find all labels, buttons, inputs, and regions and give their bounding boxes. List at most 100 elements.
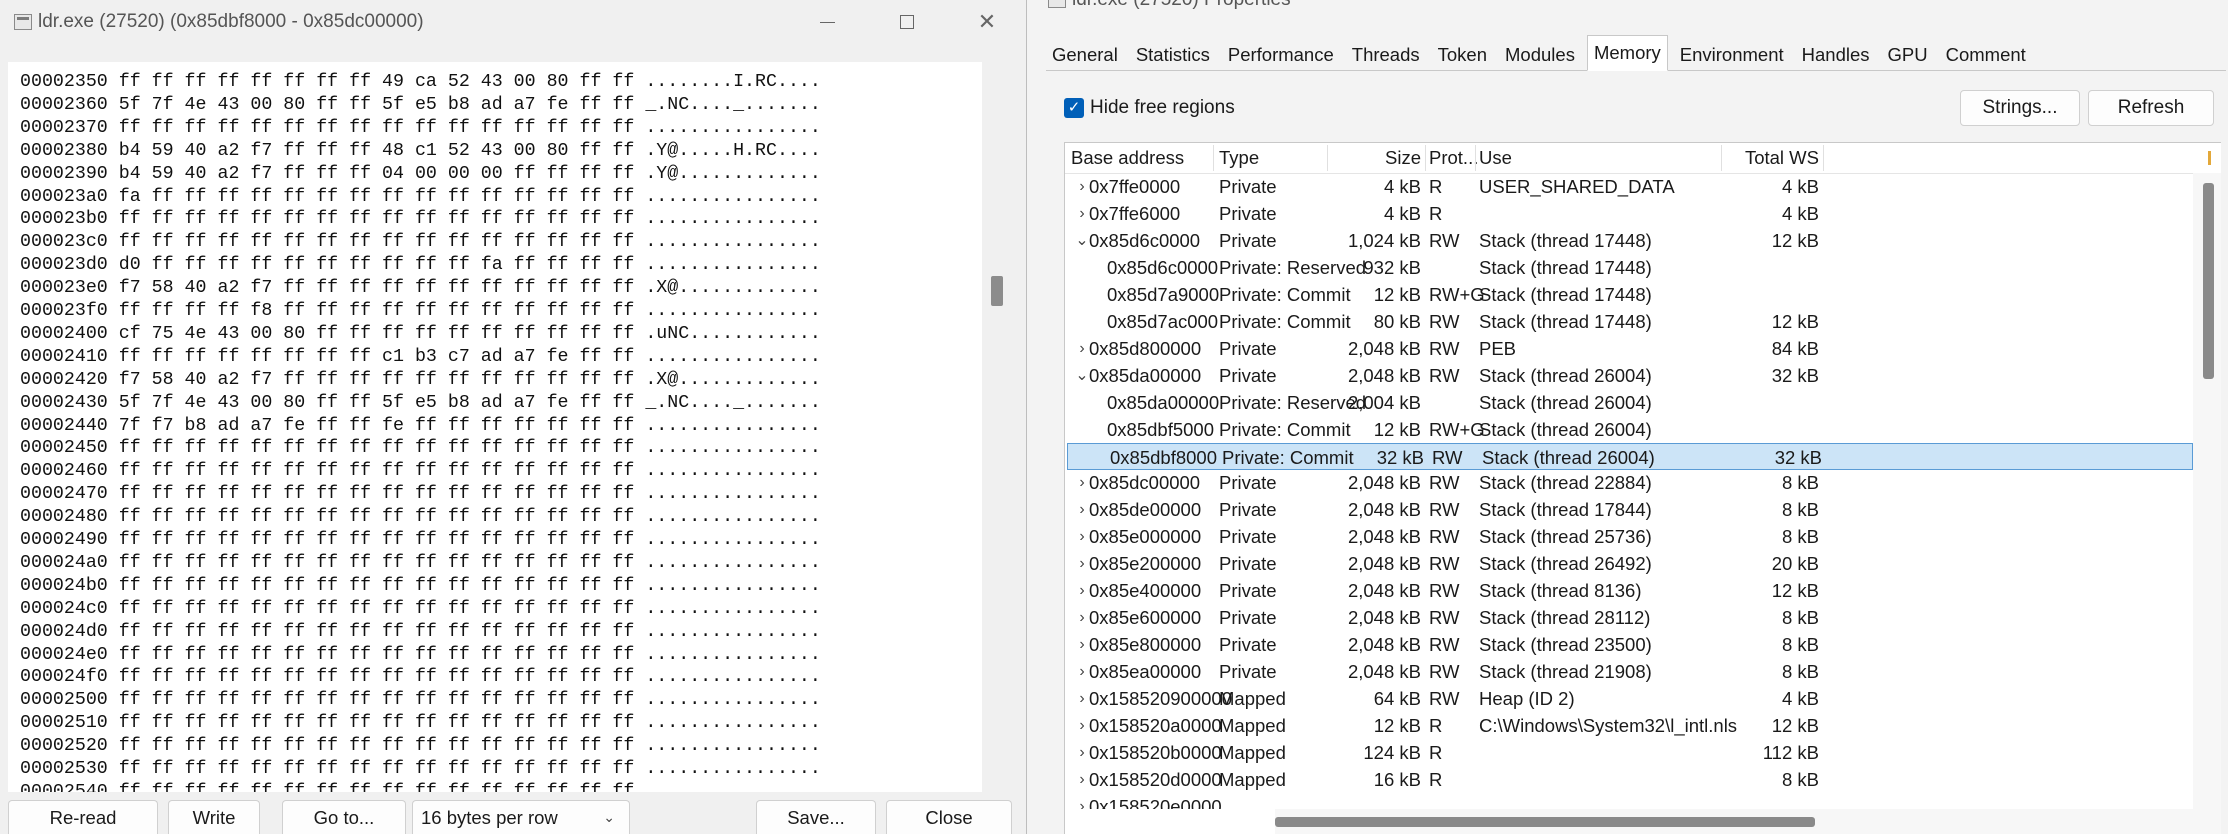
tab-threads[interactable]: Threads: [1346, 40, 1426, 70]
tab-environment[interactable]: Environment: [1674, 40, 1790, 70]
strings-button[interactable]: Strings...: [1960, 90, 2080, 126]
hex-line[interactable]: 000024b0 ff ff ff ff ff ff ff ff ff ff f…: [20, 574, 821, 598]
memory-regions-table[interactable]: Base address Type Size Prot... Use Total…: [1064, 142, 2221, 834]
tab-comment[interactable]: Comment: [1940, 40, 2032, 70]
hex-line[interactable]: 000023c0 ff ff ff ff ff ff ff ff ff ff f…: [20, 230, 821, 254]
tab-gpu[interactable]: GPU: [1882, 40, 1934, 70]
hex-line[interactable]: 00002380 b4 59 40 a2 f7 ff ff ff 48 c1 5…: [20, 139, 821, 163]
hex-line[interactable]: 000024e0 ff ff ff ff ff ff ff ff ff ff f…: [20, 643, 821, 667]
column-size[interactable]: Size: [1329, 143, 1421, 173]
table-row[interactable]: › 0x158520d0000 Mapped 16 kB R 8 kB: [1065, 766, 2191, 793]
hex-line[interactable]: 00002440 7f f7 b8 ad a7 fe ff ff fe ff f…: [20, 414, 821, 438]
hex-line[interactable]: 00002400 cf 75 4e 43 00 80 ff ff ff ff f…: [20, 322, 821, 346]
tab-statistics[interactable]: Statistics: [1130, 40, 1216, 70]
hex-line[interactable]: 00002500 ff ff ff ff ff ff ff ff ff ff f…: [20, 688, 821, 712]
column-protection[interactable]: Prot...: [1429, 143, 1478, 173]
table-row[interactable]: › 0x85e000000 Private 2,048 kB RW Stack (thre…: [1065, 523, 2191, 550]
hex-line[interactable]: 000023b0 ff ff ff ff ff ff ff ff ff ff f…: [20, 207, 821, 231]
cell-use: Heap (ID 2): [1479, 688, 1575, 710]
tab-performance[interactable]: Performance: [1222, 40, 1340, 70]
hex-line[interactable]: 00002360 5f 7f 4e 43 00 80 ff ff 5f e5 b…: [20, 93, 821, 117]
table-row[interactable]: › 0x158520b0000 Mapped 124 kB R 112 kB: [1065, 739, 2191, 766]
cell-protection: RW: [1429, 580, 1460, 602]
table-row[interactable]: 0x85d7a9000 Private: Commit 12 kB RW+G Stack…: [1065, 281, 2191, 308]
hex-line[interactable]: 000023d0 d0 ff ff ff ff ff ff ff ff ff f…: [20, 253, 821, 277]
table-row[interactable]: 0x85d6c0000 Private: Reserved 932 kB Stack …: [1065, 254, 2191, 281]
hex-line[interactable]: 00002530 ff ff ff ff ff ff ff ff ff ff f…: [20, 757, 821, 781]
table-row[interactable]: 0x85dbf5000 Private: Commit 12 kB RW+G Stack…: [1065, 416, 2191, 443]
close-icon[interactable]: ✕: [964, 2, 1010, 42]
save-button[interactable]: Save...: [756, 800, 876, 834]
hex-line[interactable]: 000023a0 fa ff ff ff ff ff ff ff ff ff f…: [20, 185, 821, 209]
tab-memory[interactable]: Memory: [1586, 35, 1668, 71]
hex-vertical-scrollbar[interactable]: [982, 62, 1012, 792]
hex-line[interactable]: 00002460 ff ff ff ff ff ff ff ff ff ff f…: [20, 459, 821, 483]
hex-line[interactable]: 00002420 f7 58 40 a2 f7 ff ff ff ff ff f…: [20, 368, 821, 392]
scrollbar-thumb[interactable]: [2203, 183, 2214, 379]
tab-token[interactable]: Token: [1432, 40, 1493, 70]
cell-total-ws: 12 kB: [1771, 715, 1819, 736]
table-row[interactable]: 0x85da00000 Private: Reserved 2,004 kB Stac…: [1065, 389, 2191, 416]
table-row[interactable]: › 0x85d800000 Private 2,048 kB RW PEB 84 kB: [1065, 335, 2191, 362]
hex-line[interactable]: 000024c0 ff ff ff ff ff ff ff ff ff ff f…: [20, 597, 821, 621]
hex-line[interactable]: 00002390 b4 59 40 a2 f7 ff ff ff 04 00 0…: [20, 162, 821, 186]
hex-line[interactable]: 000023e0 f7 58 40 a2 f7 ff ff ff ff ff f…: [20, 276, 821, 300]
column-base-address[interactable]: Base address: [1071, 143, 1184, 173]
write-button[interactable]: Write: [168, 800, 260, 834]
table-vertical-scrollbar[interactable]: [2193, 173, 2221, 834]
hex-dump-view[interactable]: 00002350 ff ff ff ff ff ff ff ff 49 ca 5…: [8, 62, 982, 792]
table-row[interactable]: › 0x158520a0000 Mapped 12 kB R C:\Windows\Sys…: [1065, 712, 2191, 739]
table-row[interactable]: › 0x7ffe0000 Private 4 kB R USER_SHARED_DATA 4…: [1065, 173, 2191, 200]
column-use[interactable]: Use: [1479, 143, 1512, 173]
table-row[interactable]: › 0x7ffe6000 Private 4 kB R 4 kB: [1065, 200, 2191, 227]
scrollbar-thumb[interactable]: [991, 276, 1003, 306]
cell-protection: RW: [1429, 499, 1460, 521]
maximize-icon[interactable]: [884, 2, 930, 42]
hex-line[interactable]: 00002370 ff ff ff ff ff ff ff ff ff ff f…: [20, 116, 821, 140]
scrollbar-thumb[interactable]: [1275, 817, 1815, 827]
cell-protection: RW: [1429, 526, 1460, 548]
table-row[interactable]: › 0x85e800000 Private 2,048 kB RW Stack (thre…: [1065, 631, 2191, 658]
hex-line[interactable]: 00002510 ff ff ff ff ff ff ff ff ff ff f…: [20, 711, 821, 735]
hex-line[interactable]: 000024d0 ff ff ff ff ff ff ff ff ff ff f…: [20, 620, 821, 644]
table-row[interactable]: › 0x85de00000 Private 2,048 kB RW Stack (thre…: [1065, 496, 2191, 523]
table-row-selected[interactable]: 0x85dbf8000 Private: Commit 32 kB RW Stack (…: [1067, 442, 2193, 470]
tab-general[interactable]: General: [1046, 40, 1124, 70]
table-row[interactable]: › 0x85ea00000 Private 2,048 kB RW Stack (thre…: [1065, 658, 2191, 685]
hex-line[interactable]: 00002490 ff ff ff ff ff ff ff ff ff ff f…: [20, 528, 821, 552]
cell-type: Mapped: [1219, 715, 1286, 736]
hex-line[interactable]: 00002520 ff ff ff ff ff ff ff ff ff ff f…: [20, 734, 821, 758]
table-row[interactable]: › 0x85e200000 Private 2,048 kB RW Stack (thre…: [1065, 550, 2191, 577]
hex-line[interactable]: 00002470 ff ff ff ff ff ff ff ff ff ff f…: [20, 482, 821, 506]
table-row[interactable]: ⌄ 0x85d6c0000 Private 1,024 kB RW Stack (thre…: [1065, 227, 2191, 254]
hex-line[interactable]: 00002540 ff ff ff ff ff ff ff ff ff ff f…: [20, 780, 821, 792]
hex-line[interactable]: 000024f0 ff ff ff ff ff ff ff ff ff ff f…: [20, 665, 821, 689]
minimize-icon[interactable]: [804, 2, 850, 42]
refresh-button[interactable]: Refresh: [2088, 90, 2214, 126]
table-row[interactable]: 0x85d7ac000 Private: Commit 80 kB RW Stack (…: [1065, 308, 2191, 335]
tab-modules[interactable]: Modules: [1499, 40, 1581, 70]
table-row[interactable]: › 0x85dc00000 Private 2,048 kB RW Stack (thre…: [1065, 469, 2191, 496]
tab-handles[interactable]: Handles: [1796, 40, 1876, 70]
table-row[interactable]: › 0x85e600000 Private 2,048 kB RW Stack (thre…: [1065, 604, 2191, 631]
hex-line[interactable]: 00002480 ff ff ff ff ff ff ff ff ff ff f…: [20, 505, 821, 529]
table-row[interactable]: ⌄ 0x85da00000 Private 2,048 kB RW Stack (thre…: [1065, 362, 2191, 389]
close-button[interactable]: Close: [886, 800, 1012, 834]
table-row[interactable]: › 0x158520900000 Mapped 64 kB RW Heap (ID 2) 4…: [1065, 685, 2191, 712]
column-total-ws[interactable]: Total WS: [1725, 143, 1819, 173]
hex-line[interactable]: 000023f0 ff ff ff ff f8 ff ff ff ff ff f…: [20, 299, 821, 323]
hex-line[interactable]: 00002450 ff ff ff ff ff ff ff ff ff ff f…: [20, 436, 821, 460]
hex-line[interactable]: 000024a0 ff ff ff ff ff ff ff ff ff ff f…: [20, 551, 821, 575]
cell-use: Stack (thread 26004): [1479, 418, 1652, 440]
cell-protection: RW: [1429, 661, 1460, 683]
hide-free-regions-checkbox[interactable]: ✓: [1064, 98, 1084, 118]
table-row[interactable]: › 0x85e400000 Private 2,048 kB RW Stack (thre…: [1065, 577, 2191, 604]
hex-line[interactable]: 00002430 5f 7f 4e 43 00 80 ff ff 5f e5 b…: [20, 391, 821, 415]
goto-button[interactable]: Go to...: [282, 800, 406, 834]
hex-line[interactable]: 00002410 ff ff ff ff ff ff ff ff c1 b3 c…: [20, 345, 821, 369]
column-type[interactable]: Type: [1219, 143, 1259, 173]
bytes-per-row-select[interactable]: 16 bytes per row ⌄: [412, 800, 630, 834]
table-horizontal-scrollbar[interactable]: [1275, 809, 2193, 834]
reread-button[interactable]: Re-read: [8, 800, 158, 834]
hex-line[interactable]: 00002350 ff ff ff ff ff ff ff ff 49 ca 5…: [20, 70, 821, 94]
